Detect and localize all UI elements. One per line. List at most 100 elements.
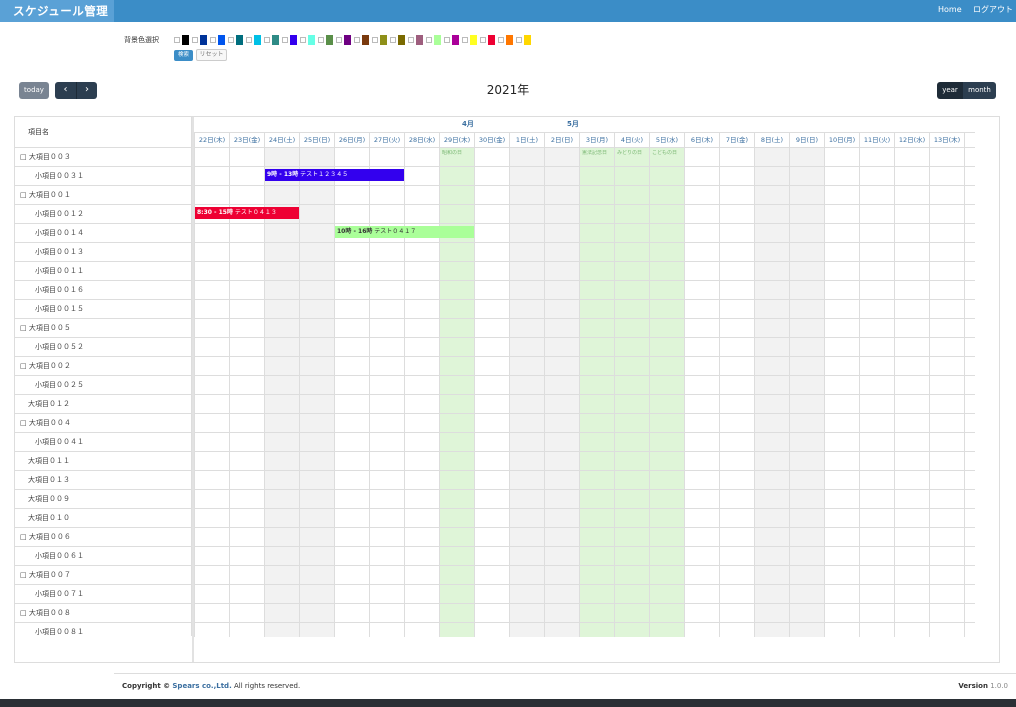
day-column[interactable] [719, 148, 754, 637]
expand-toggle-icon[interactable]: □ [20, 419, 29, 427]
color-swatch[interactable] [426, 35, 441, 45]
day-header[interactable]: 6日(木) [684, 132, 719, 148]
color-swatch[interactable] [408, 35, 423, 45]
day-column[interactable] [789, 148, 824, 637]
day-header[interactable]: 24日(土) [264, 132, 299, 148]
day-column[interactable] [579, 148, 614, 637]
day-column[interactable] [649, 148, 684, 637]
day-header[interactable]: 25日(日) [299, 132, 334, 148]
day-header[interactable]: 30日(金) [474, 132, 509, 148]
color-swatch[interactable] [264, 35, 279, 45]
day-header[interactable]: 27日(火) [369, 132, 404, 148]
color-swatch[interactable] [390, 35, 405, 45]
expand-toggle-icon[interactable]: □ [20, 362, 29, 370]
day-header[interactable]: 5日(水) [649, 132, 684, 148]
color-swatch[interactable] [228, 35, 243, 45]
color-swatch[interactable] [462, 35, 477, 45]
day-header[interactable]: 8日(土) [754, 132, 789, 148]
expand-toggle-icon[interactable]: □ [20, 324, 29, 332]
color-checkbox[interactable] [444, 37, 450, 43]
day-column[interactable] [684, 148, 719, 637]
day-header[interactable]: 3日(月) [579, 132, 614, 148]
color-swatch[interactable] [480, 35, 495, 45]
day-column[interactable] [614, 148, 649, 637]
color-swatch[interactable] [498, 35, 513, 45]
day-header[interactable]: 2日(日) [544, 132, 579, 148]
event-bar[interactable]: 10時 - 16時 テスト０４１７ [335, 226, 474, 238]
color-checkbox[interactable] [516, 37, 522, 43]
expand-toggle-icon[interactable]: □ [20, 533, 29, 541]
color-checkbox[interactable] [174, 37, 180, 43]
day-column[interactable] [334, 148, 369, 637]
color-checkbox[interactable] [192, 37, 198, 43]
day-header[interactable]: 28日(水) [404, 132, 439, 148]
reset-button[interactable]: リセット [196, 49, 227, 61]
search-button[interactable]: 検索 [174, 50, 193, 61]
expand-toggle-icon[interactable]: □ [20, 191, 29, 199]
color-checkbox[interactable] [498, 37, 504, 43]
color-checkbox[interactable] [426, 37, 432, 43]
color-checkbox[interactable] [210, 37, 216, 43]
day-header[interactable]: 9日(日) [789, 132, 824, 148]
color-checkbox[interactable] [336, 37, 342, 43]
day-header[interactable]: 23日(金) [229, 132, 264, 148]
day-header[interactable]: 29日(木) [439, 132, 474, 148]
day-column[interactable] [194, 148, 229, 637]
day-header[interactable]: 4日(火) [614, 132, 649, 148]
color-checkbox[interactable] [462, 37, 468, 43]
color-checkbox[interactable] [282, 37, 288, 43]
color-checkbox[interactable] [390, 37, 396, 43]
day-header[interactable]: 10日(月) [824, 132, 859, 148]
day-header[interactable]: 14 [964, 132, 975, 148]
color-checkbox[interactable] [408, 37, 414, 43]
month-view-button[interactable]: month [963, 82, 996, 99]
day-header[interactable]: 7日(金) [719, 132, 754, 148]
day-column[interactable] [544, 148, 579, 637]
home-link[interactable]: Home [938, 0, 962, 22]
color-checkbox[interactable] [264, 37, 270, 43]
color-checkbox[interactable] [318, 37, 324, 43]
event-bar[interactable]: 9時 - 13時 テスト１２３４５ [265, 169, 404, 181]
color-checkbox[interactable] [246, 37, 252, 43]
day-column[interactable] [754, 148, 789, 637]
color-swatch[interactable] [210, 35, 225, 45]
app-title[interactable]: スケジュール管理 [0, 0, 114, 22]
expand-toggle-icon[interactable]: □ [20, 609, 29, 617]
day-header[interactable]: 12日(水) [894, 132, 929, 148]
color-swatch[interactable] [336, 35, 351, 45]
timeline-grid[interactable]: 22日(木) 23日(金) 24日(土) 25日(日) 26日(月) 27日(火) 28日(… [194, 117, 975, 637]
color-checkbox[interactable] [354, 37, 360, 43]
color-swatch[interactable] [282, 35, 297, 45]
day-column[interactable] [369, 148, 404, 637]
logout-link[interactable]: ログアウト [973, 0, 1013, 22]
day-header[interactable]: 26日(月) [334, 132, 369, 148]
day-column[interactable] [299, 148, 334, 637]
color-swatch[interactable] [354, 35, 369, 45]
expand-toggle-icon[interactable]: □ [20, 571, 29, 579]
expand-toggle-icon[interactable]: □ [20, 153, 29, 161]
color-swatch[interactable] [318, 35, 333, 45]
day-column[interactable] [824, 148, 859, 637]
day-header[interactable]: 1日(土) [509, 132, 544, 148]
day-column[interactable] [894, 148, 929, 637]
day-column[interactable] [964, 148, 975, 637]
color-swatch[interactable] [174, 35, 189, 45]
color-swatch[interactable] [192, 35, 207, 45]
color-swatch[interactable] [516, 35, 531, 45]
color-checkbox[interactable] [372, 37, 378, 43]
day-header[interactable]: 13日(木) [929, 132, 964, 148]
event-bar[interactable]: 8:30 - 15時 テスト０４１３ [195, 207, 299, 219]
day-column[interactable] [264, 148, 299, 637]
day-column[interactable] [509, 148, 544, 637]
day-column[interactable] [229, 148, 264, 637]
company-link[interactable]: Spears co.,Ltd. [172, 682, 231, 690]
color-checkbox[interactable] [228, 37, 234, 43]
day-column[interactable] [439, 148, 474, 637]
color-swatch[interactable] [372, 35, 387, 45]
day-column[interactable] [404, 148, 439, 637]
color-swatch[interactable] [300, 35, 315, 45]
color-checkbox[interactable] [300, 37, 306, 43]
color-checkbox[interactable] [480, 37, 486, 43]
color-swatch[interactable] [444, 35, 459, 45]
day-header[interactable]: 22日(木) [194, 132, 229, 148]
